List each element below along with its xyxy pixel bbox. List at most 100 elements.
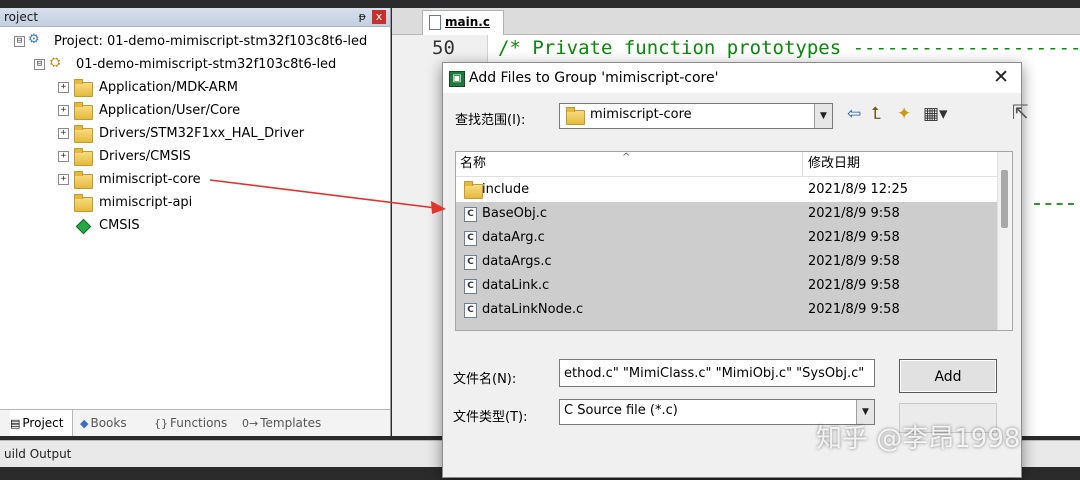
editor-tab-bar: main.c [392, 8, 1080, 35]
look-in-select[interactable]: mimiscript-core ▼ [559, 103, 833, 129]
c-file-icon: C [464, 255, 477, 270]
tree-item-group[interactable]: + Drivers/CMSIS [0, 145, 390, 168]
templates-tab-icon: 0→ [242, 417, 259, 430]
look-in-value: mimiscript-core [590, 107, 692, 122]
c-file-icon: C [464, 303, 477, 318]
file-name: include [482, 182, 530, 197]
dialog-title-bar: ▣ Add Files to Group 'mimiscript-core' ✕ [443, 63, 1021, 93]
file-date: 2021/8/9 9:58 [808, 278, 900, 293]
tree-item-target[interactable]: ⊟ ⛭ 01-demo-mimiscript-stm32f103c8t6-led [0, 53, 390, 76]
list-item[interactable]: C dataLink.c 2021/8/9 9:58 [456, 274, 998, 298]
tree-item-group[interactable]: + Application/User/Core [0, 99, 390, 122]
expand-icon[interactable]: + [58, 128, 69, 139]
list-item[interactable]: C dataLinkNode.c 2021/8/9 9:58 [456, 298, 998, 322]
view-menu-icon[interactable]: ▦▾ [923, 103, 948, 125]
code-line: /* Private function prototypes ---------… [498, 37, 1080, 59]
folder-icon [74, 194, 93, 212]
watermark-text: 知乎 @李昂1998 [816, 424, 1021, 454]
app-icon: ▣ [449, 71, 465, 87]
expand-icon[interactable]: + [58, 151, 69, 162]
look-in-label: 查找范围(I): [455, 113, 526, 128]
expand-icon[interactable]: + [58, 105, 69, 116]
tree-item-label: Project: 01-demo-mimiscript-stm32f103c8t… [54, 34, 368, 49]
target-icon: ⛭ [50, 55, 61, 70]
tree-item-label: mimiscript-api [99, 195, 193, 210]
tree-item-mimiscript-api[interactable]: mimiscript-api [0, 191, 390, 214]
project-panel: roject ᵽ x ⊟ ⚙ Project: 01-demo-mimiscri… [0, 8, 391, 436]
list-item[interactable]: C dataArgs.c 2021/8/9 9:58 [456, 250, 998, 274]
file-date: 2021/8/9 9:58 [808, 254, 900, 269]
tree-item-label: CMSIS [99, 218, 140, 233]
folder-icon [74, 102, 93, 120]
collapse-icon[interactable]: ⊟ [14, 36, 25, 47]
tab-label: main.c [445, 15, 490, 29]
dialog-close-button[interactable]: ✕ [993, 66, 1009, 88]
dialog-title: Add Files to Group 'mimiscript-core' [469, 70, 719, 86]
folder-icon [74, 125, 93, 143]
scrollbar-thumb[interactable] [1001, 170, 1008, 228]
tab-label: Books [90, 416, 127, 430]
pin-icon[interactable]: ᵽ [359, 8, 366, 26]
column-divider[interactable] [802, 152, 803, 176]
file-list-scrollbar[interactable] [997, 152, 1012, 330]
tab-project[interactable]: ▤ Project [10, 410, 73, 436]
file-name-label: 文件名(N): [453, 372, 517, 387]
tree-item-label: Drivers/STM32F1xx_HAL_Driver [99, 126, 305, 141]
tab-functions[interactable]: {} Functions [154, 410, 236, 436]
file-rows: include 2021/8/9 12:25 C BaseObj.c 2021/… [456, 178, 998, 330]
project-icon: ⚙ [28, 32, 40, 47]
tab-label: Project [22, 416, 64, 430]
file-name-input[interactable]: ethod.c" "MimiClass.c" "MimiObj.c" "SysO… [559, 359, 875, 387]
project-panel-title: roject [4, 10, 39, 24]
panel-close-button[interactable]: x [372, 10, 386, 24]
file-name: dataArgs.c [482, 254, 552, 269]
list-item[interactable]: C BaseObj.c 2021/8/9 9:58 [456, 202, 998, 226]
list-item[interactable]: include 2021/8/9 12:25 [456, 178, 998, 202]
file-list[interactable]: 名称 ^ 修改日期 include 2021/8/9 12:25 C BaseO… [455, 151, 1013, 331]
sort-ascending-icon: ^ [622, 152, 631, 163]
folder-icon [464, 181, 483, 199]
column-header-date[interactable]: 修改日期 [808, 152, 860, 176]
tab-main-c[interactable]: main.c [422, 10, 504, 35]
tree-item-group[interactable]: + Application/MDK-ARM [0, 76, 390, 99]
collapse-icon[interactable]: ⊟ [34, 59, 45, 70]
up-folder-icon[interactable]: ⮤ [871, 103, 881, 125]
file-name: BaseObj.c [482, 206, 548, 221]
tree-item-cmsis[interactable]: CMSIS [0, 214, 390, 237]
list-item-partial[interactable] [456, 322, 998, 330]
tree-item-group[interactable]: + Drivers/STM32F1xx_HAL_Driver [0, 122, 390, 145]
build-output-label: uild Output [4, 447, 72, 461]
code-comment-dashes [1034, 203, 1074, 205]
column-header-name[interactable]: 名称 [460, 152, 486, 176]
dropdown-arrow-icon[interactable]: ▼ [814, 104, 832, 128]
project-panel-header: roject ᵽ x [0, 8, 390, 27]
back-icon[interactable]: ⇦ [847, 103, 861, 125]
folder-icon [566, 107, 585, 125]
add-files-dialog: ▣ Add Files to Group 'mimiscript-core' ✕… [442, 62, 1022, 478]
mouse-cursor-icon: ⇱ [1012, 100, 1029, 124]
folder-icon [74, 79, 93, 97]
tree-item-label: Drivers/CMSIS [99, 149, 191, 164]
tree-item-project[interactable]: ⊟ ⚙ Project: 01-demo-mimiscript-stm32f10… [0, 30, 390, 53]
new-folder-icon[interactable]: ✦ [897, 103, 911, 125]
file-name: dataLinkNode.c [482, 302, 584, 317]
functions-tab-icon: {} [154, 417, 168, 430]
list-item[interactable]: C dataArg.c 2021/8/9 9:58 [456, 226, 998, 250]
tab-label: Templates [260, 416, 322, 430]
folder-icon [74, 171, 93, 189]
add-button[interactable]: Add [899, 359, 997, 393]
tree-item-label: 01-demo-mimiscript-stm32f103c8t6-led [76, 57, 337, 72]
tree-item-mimiscript-core[interactable]: + mimiscript-core [0, 168, 390, 191]
file-date: 2021/8/9 9:58 [808, 230, 900, 245]
line-number: 50 [432, 37, 455, 59]
tab-templates[interactable]: 0→ Templates [242, 410, 332, 436]
file-type-label: 文件类型(T): [453, 410, 528, 425]
c-file-icon: C [464, 207, 477, 222]
file-name: dataArg.c [482, 230, 545, 245]
expand-icon[interactable]: + [58, 174, 69, 185]
diamond-icon [75, 218, 92, 235]
tab-books[interactable]: ◆ Books [80, 410, 144, 436]
tree-item-label: Application/MDK-ARM [99, 80, 238, 95]
file-list-header: 名称 ^ 修改日期 [456, 152, 998, 177]
expand-icon[interactable]: + [58, 82, 69, 93]
